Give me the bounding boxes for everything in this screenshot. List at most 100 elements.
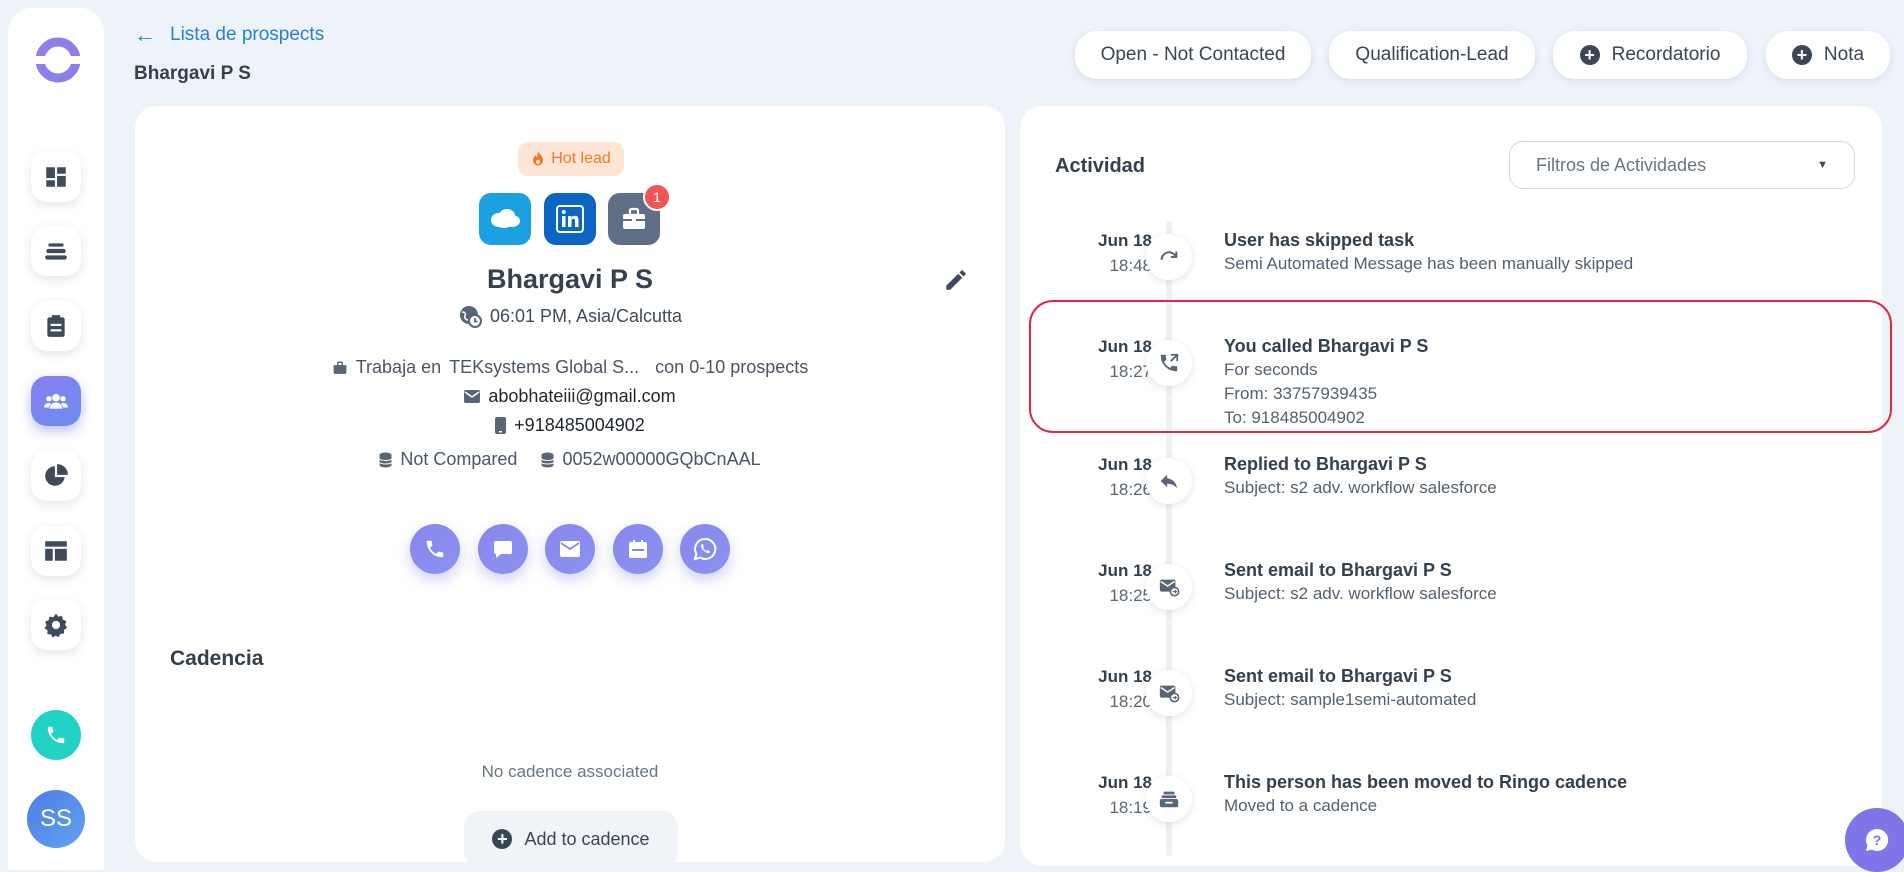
database-icon bbox=[541, 452, 555, 467]
activity-time: 18:19 bbox=[1109, 798, 1152, 817]
globe-clock-icon bbox=[459, 306, 482, 328]
reminder-button[interactable]: + Recordatorio bbox=[1553, 31, 1747, 79]
user-avatar[interactable]: SS bbox=[27, 790, 85, 848]
timeline-line bbox=[1166, 221, 1172, 856]
activity-detail: For seconds bbox=[1224, 360, 1318, 379]
activity-filter-placeholder: Filtros de Actividades bbox=[1536, 154, 1707, 175]
sms-action-button[interactable] bbox=[478, 524, 528, 574]
help-chat-button[interactable]: ? bbox=[1845, 808, 1904, 872]
phone-row: +918485004902 bbox=[135, 415, 1005, 436]
activity-date: Jun 18 bbox=[1098, 667, 1152, 686]
activity-date: Jun 18 bbox=[1098, 773, 1152, 792]
nav-reports[interactable] bbox=[31, 451, 81, 501]
compare-status: Not Compared bbox=[400, 449, 518, 469]
softphone-button[interactable] bbox=[31, 710, 81, 760]
nav-layers[interactable] bbox=[31, 226, 81, 276]
activity-headline: Replied to Bhargavi P S bbox=[1224, 454, 1427, 474]
calendar-icon bbox=[629, 540, 647, 558]
page-title: Bhargavi P S bbox=[134, 63, 251, 84]
plus-circle-icon: + bbox=[1791, 45, 1812, 65]
activity-headline: Sent email to Bhargavi P S bbox=[1224, 666, 1452, 686]
add-to-cadence-label: Add to cadence bbox=[524, 828, 650, 849]
salesforce-button[interactable] bbox=[479, 193, 531, 245]
activity-text: Replied to Bhargavi P S Subject: s2 adv.… bbox=[1224, 452, 1497, 500]
sidebar: SS bbox=[8, 8, 104, 870]
prospect-phone[interactable]: +918485004902 bbox=[514, 415, 645, 436]
phone-icon bbox=[47, 726, 65, 744]
back-to-prospect-list[interactable]: ← Lista de prospects bbox=[134, 24, 324, 46]
activity-detail: To: 918485004902 bbox=[1224, 408, 1365, 427]
activity-date: Jun 18 bbox=[1098, 561, 1152, 580]
clipboard-icon bbox=[47, 315, 65, 337]
company-prospects-count: con 0-10 prospects bbox=[655, 357, 809, 377]
call-action-button[interactable] bbox=[410, 524, 460, 574]
salesforce-id[interactable]: 0052w00000GQbCnAAL bbox=[562, 449, 760, 470]
pencil-icon[interactable] bbox=[943, 267, 969, 293]
prospect-email[interactable]: abobhateiii@gmail.com bbox=[488, 386, 675, 407]
nav-tasks[interactable] bbox=[31, 301, 81, 351]
activity-text: This person has been moved to Ringo cade… bbox=[1224, 770, 1627, 818]
stage-button[interactable]: Qualification-Lead bbox=[1329, 31, 1535, 79]
nav-settings[interactable] bbox=[31, 600, 81, 650]
crm-row: Not Compared 0052w00000GQbCnAAL bbox=[135, 449, 1005, 470]
activity-detail: From: 33757939435 bbox=[1224, 384, 1378, 403]
reply-icon bbox=[1160, 474, 1178, 489]
help-chat-icon: ? bbox=[1865, 828, 1889, 851]
add-to-cadence-button[interactable]: + Add to cadence bbox=[464, 811, 678, 867]
activity-text: User has skipped task Semi Automated Mes… bbox=[1224, 228, 1633, 276]
skip-icon bbox=[1160, 251, 1178, 260]
activity-date: Jun 18 bbox=[1098, 455, 1152, 474]
caret-down-icon: ▼ bbox=[1817, 159, 1828, 171]
email-row: abobhateiii@gmail.com bbox=[135, 386, 1005, 407]
activity-detail: Subject: sample1semi-automated bbox=[1224, 690, 1477, 709]
meeting-action-button[interactable] bbox=[613, 524, 663, 574]
call-out-icon bbox=[1160, 353, 1179, 372]
activity-text: Sent email to Bhargavi P S Subject: s2 a… bbox=[1224, 558, 1497, 606]
phone-icon bbox=[426, 540, 444, 558]
nav-templates[interactable] bbox=[31, 526, 81, 576]
no-cadence-message: No cadence associated bbox=[481, 762, 659, 781]
chat-bubble-icon bbox=[494, 541, 512, 558]
nav-dashboard[interactable] bbox=[31, 152, 81, 202]
status-button[interactable]: Open - Not Contacted bbox=[1075, 31, 1311, 79]
activity-date: Jun 18 bbox=[1098, 231, 1152, 250]
activity-icon-wrap bbox=[1146, 458, 1192, 504]
activity-date: Jun 18 bbox=[1098, 337, 1152, 356]
activity-icon-wrap bbox=[1146, 340, 1192, 386]
app-logo[interactable] bbox=[34, 36, 82, 84]
note-label: Nota bbox=[1823, 44, 1865, 65]
linkedin-icon bbox=[556, 205, 584, 233]
whatsapp-action-button[interactable] bbox=[680, 524, 730, 574]
database-icon bbox=[379, 452, 393, 467]
reminder-label: Recordatorio bbox=[1611, 44, 1721, 65]
plus-circle-icon: + bbox=[1579, 45, 1600, 65]
activity-text: Sent email to Bhargavi P S Subject: samp… bbox=[1224, 664, 1476, 712]
note-button[interactable]: + Nota bbox=[1766, 31, 1890, 79]
activity-icon-wrap bbox=[1146, 234, 1192, 280]
activity-headline: User has skipped task bbox=[1224, 230, 1415, 250]
prospect-timezone: 06:01 PM, Asia/Calcutta bbox=[135, 304, 1005, 328]
email-action-button[interactable] bbox=[545, 524, 595, 574]
pie-chart-icon bbox=[45, 464, 68, 486]
activity-text: You called Bhargavi P S For seconds From… bbox=[1224, 334, 1428, 430]
hot-lead-badge: Hot lead bbox=[518, 142, 624, 176]
company-name[interactable]: TEKsystems Global S... bbox=[449, 357, 639, 378]
people-icon bbox=[44, 393, 68, 409]
linkedin-button[interactable] bbox=[544, 193, 596, 245]
stage-label: Qualification-Lead bbox=[1355, 44, 1509, 65]
works-at-prefix: Trabaja en bbox=[355, 357, 442, 377]
activity-icon-wrap bbox=[1146, 564, 1192, 610]
activity-icon-wrap bbox=[1146, 776, 1192, 822]
activity-filter-select[interactable]: Filtros de Actividades ▼ bbox=[1509, 141, 1855, 189]
activity-detail: Semi Automated Message has been manually… bbox=[1224, 254, 1634, 273]
plus-circle-icon: + bbox=[492, 829, 513, 849]
salesforce-icon bbox=[491, 209, 520, 228]
activity-detail: Subject: s2 adv. workflow salesforce bbox=[1224, 584, 1497, 603]
layers-icon bbox=[45, 243, 67, 260]
svg-text:?: ? bbox=[1873, 832, 1882, 848]
company-row: Trabaja en TEKsystems Global S... con 0-… bbox=[135, 357, 1005, 378]
hot-lead-label: Hot lead bbox=[551, 150, 611, 167]
whatsapp-icon bbox=[693, 537, 717, 561]
activity-headline: You called Bhargavi P S bbox=[1224, 336, 1429, 356]
nav-prospects[interactable] bbox=[31, 376, 81, 426]
